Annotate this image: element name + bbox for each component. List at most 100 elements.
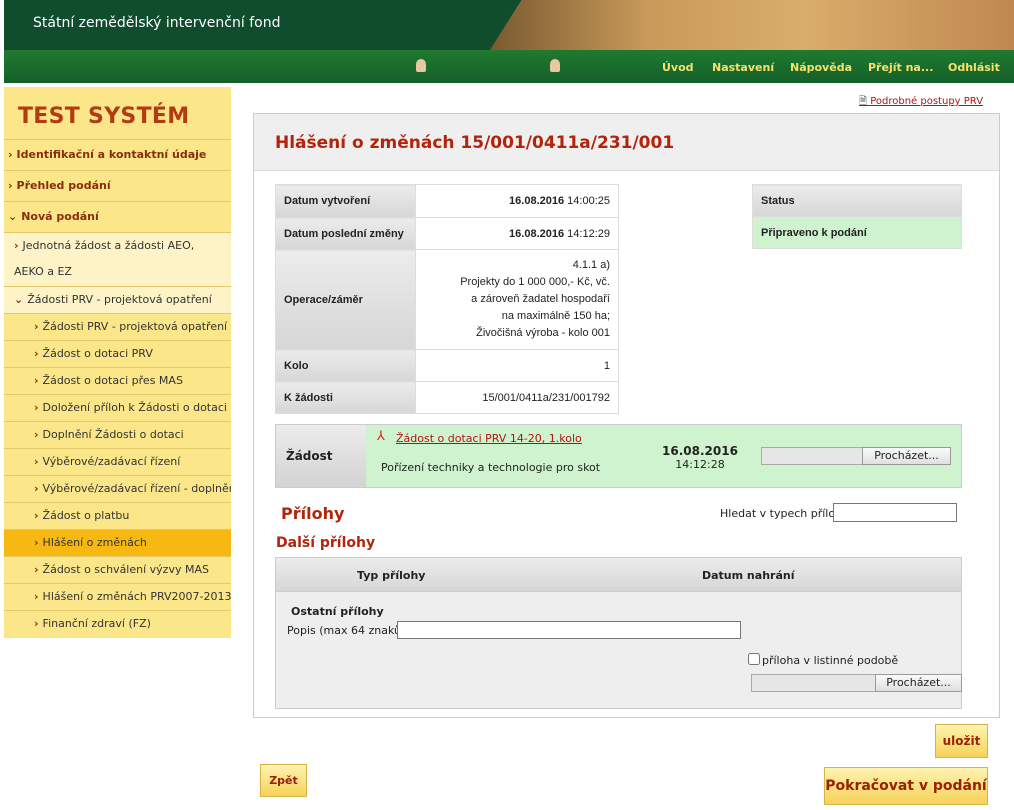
sidebar-item-label: Hlášení o změnách PRV2007-2013 xyxy=(42,590,231,603)
chevron-right-icon: › xyxy=(8,179,13,192)
pdf-icon: ⅄ xyxy=(377,429,385,444)
sidebar-item-label: Finanční zdraví (FZ) xyxy=(42,617,151,630)
other-attachment-title: Ostatní přílohy xyxy=(291,605,384,618)
created-label: Datum vytvoření xyxy=(275,184,416,218)
chevron-down-icon: ⌄ xyxy=(14,293,24,306)
header-photo xyxy=(490,0,1014,50)
help-link[interactable]: 🗎 Podrobné postupy PRV xyxy=(859,94,983,111)
round-label: Kolo xyxy=(275,349,416,382)
desc-input[interactable] xyxy=(397,621,741,639)
sidebar-item[interactable]: › Žádost o schválení výzvy MAS xyxy=(4,556,231,583)
sidebar-item-label: Žádosti PRV - projektová opatření xyxy=(42,320,228,333)
sidebar-item-label: Žádost o dotaci přes MAS xyxy=(42,374,183,387)
request-label: K žádosti xyxy=(275,381,416,414)
search-label: Hledat v typech příloh: xyxy=(720,507,846,520)
sidebar-item[interactable]: › Žádosti PRV - projektová opatření xyxy=(4,313,231,340)
sidebar-item[interactable]: › Žádost o platbu xyxy=(4,502,231,529)
zadost-date: 16.08.2016 xyxy=(662,444,738,458)
operation-value: 4.1.1 a) Projekty do 1 000 000,- Kč, vč. a… xyxy=(415,249,619,350)
chevron-right-icon: › xyxy=(14,239,19,252)
sidebar-item-label: Přehled podání xyxy=(16,179,111,192)
desc-label: Popis (max 64 znaků): xyxy=(287,624,409,637)
chevron-right-icon: › xyxy=(34,347,39,360)
chevron-right-icon: › xyxy=(34,374,39,387)
sidebar-item[interactable]: › Jednotná žádost a žádosti AEO, AEKO a E… xyxy=(4,232,231,286)
col-type: Typ přílohy xyxy=(357,569,426,582)
nav-napoveda[interactable]: Nápověda xyxy=(790,61,852,74)
sidebar-item[interactable]: › Výběrové/zadávací řízení xyxy=(4,448,231,475)
sidebar-item[interactable]: › Doplnění Žádosti o dotaci xyxy=(4,421,231,448)
user-icon xyxy=(550,59,560,72)
zadost-label: Žádost xyxy=(276,425,366,487)
sidebar-item[interactable]: ⌄ Žádosti PRV - projektová opatření xyxy=(4,286,231,313)
sidebar-item-label: Žádost o dotaci PRV xyxy=(42,347,153,360)
chevron-down-icon: ⌄ xyxy=(8,210,18,223)
chevron-right-icon: › xyxy=(34,482,39,495)
zadost-desc: Pořízení techniky a technologie pro skot xyxy=(381,461,601,474)
org-name: Státní zemědělský intervenční fond xyxy=(33,15,281,31)
zadost-link[interactable]: Žádost o dotaci PRV 14-20, 1.kolo xyxy=(396,432,582,445)
chevron-right-icon: › xyxy=(34,509,39,522)
sidebar-item-label: Žádost o schválení výzvy MAS xyxy=(42,563,209,576)
zadost-time: 14:12:28 xyxy=(675,458,725,471)
col-date: Datum nahrání xyxy=(702,569,795,582)
operation-label: Operace/záměr xyxy=(275,249,416,350)
paper-label: příloha v listinné podobě xyxy=(762,654,899,667)
nav-prejit[interactable]: Přejít na... xyxy=(868,61,933,74)
status-value: Připraveno k podání xyxy=(752,216,962,249)
sidebar-item[interactable]: › Přehled podání xyxy=(4,170,231,201)
system-title: TEST SYSTÉM xyxy=(18,104,190,129)
nav-uvod[interactable]: Úvod xyxy=(662,61,694,74)
chevron-right-icon: › xyxy=(8,148,13,161)
chevron-right-icon: › xyxy=(34,536,39,549)
other-attachments-title: Další přílohy xyxy=(276,535,376,551)
request-value: 15/001/0411a/231/001792 xyxy=(415,381,619,414)
status-table: Status Připraveno k podání xyxy=(752,184,962,249)
sidebar-item[interactable]: › Hlášení o změnách PRV2007-2013 xyxy=(4,583,231,610)
sidebar-item-label: Doložení příloh k Žádosti o dotaci xyxy=(42,401,227,414)
paper-checkbox[interactable] xyxy=(748,653,760,665)
sidebar-item[interactable]: › Finanční zdraví (FZ) xyxy=(4,610,231,637)
chevron-right-icon: › xyxy=(34,590,39,603)
zadost-file-field[interactable] xyxy=(761,447,863,465)
changed-label: Datum poslední změny xyxy=(275,217,416,250)
changed-value: 16.08.2016 14:12:29 xyxy=(415,217,619,250)
zadost-browse-button[interactable]: Procházet... xyxy=(862,447,951,465)
page-title: Hlášení o změnách 15/001/0411a/231/001 xyxy=(275,133,675,153)
sidebar-item-label: Jednotná žádost a žádosti AEO, AEKO a EZ xyxy=(14,239,195,278)
nav-nastaveni[interactable]: Nastavení xyxy=(712,61,774,74)
user-icon xyxy=(416,59,426,72)
sidebar-item-label: Hlášení o změnách xyxy=(42,536,147,549)
attachment-browse-button[interactable]: Procházet... xyxy=(875,674,962,692)
sidebar-item[interactable]: › Identifikační a kontaktní údaje xyxy=(4,139,231,170)
sidebar-item[interactable]: › Žádost o dotaci přes MAS xyxy=(4,367,231,394)
created-value: 16.08.2016 14:00:25 xyxy=(415,184,619,218)
status-label: Status xyxy=(752,184,962,217)
attachment-file-field[interactable] xyxy=(751,674,876,692)
nav-odhlasit[interactable]: Odhlásit xyxy=(948,61,1000,74)
sidebar-item[interactable]: › Žádost o dotaci PRV xyxy=(4,340,231,367)
continue-button[interactable]: Pokračovat v podání xyxy=(824,767,988,805)
sidebar-item-label: Výběrové/zadávací řízení - doplnění xyxy=(42,482,231,495)
save-button[interactable]: uložit xyxy=(935,724,988,758)
search-input[interactable] xyxy=(833,503,957,522)
sidebar-item-label: Identifikační a kontaktní údaje xyxy=(16,148,207,161)
sidebar-item[interactable]: › Doložení příloh k Žádosti o dotaci xyxy=(4,394,231,421)
sidebar-item-label: Výběrové/zadávací řízení xyxy=(42,455,181,468)
back-button[interactable]: Zpět xyxy=(260,764,307,797)
sidebar: TEST SYSTÉM › Identifikační a kontaktní ú… xyxy=(4,87,231,638)
nav-bar xyxy=(4,50,1014,83)
sidebar-item[interactable]: ⌄ Nová podání xyxy=(4,201,231,232)
chevron-right-icon: › xyxy=(34,428,39,441)
chevron-right-icon: › xyxy=(34,320,39,333)
sidebar-item-label: Žádosti PRV - projektová opatření xyxy=(27,293,212,306)
info-table: Datum vytvoření 16.08.2016 14:00:25 Datum… xyxy=(275,184,619,414)
sidebar-item-label: Doplnění Žádosti o dotaci xyxy=(42,428,184,441)
help-link-text: Podrobné postupy PRV xyxy=(870,96,984,107)
chevron-right-icon: › xyxy=(34,617,39,630)
chevron-right-icon: › xyxy=(34,563,39,576)
help-icon: 🗎 xyxy=(859,96,871,107)
sidebar-item[interactable]: › Výběrové/zadávací řízení - doplnění xyxy=(4,475,231,502)
chevron-right-icon: › xyxy=(34,455,39,468)
sidebar-item[interactable]: › Hlášení o změnách xyxy=(4,529,231,556)
